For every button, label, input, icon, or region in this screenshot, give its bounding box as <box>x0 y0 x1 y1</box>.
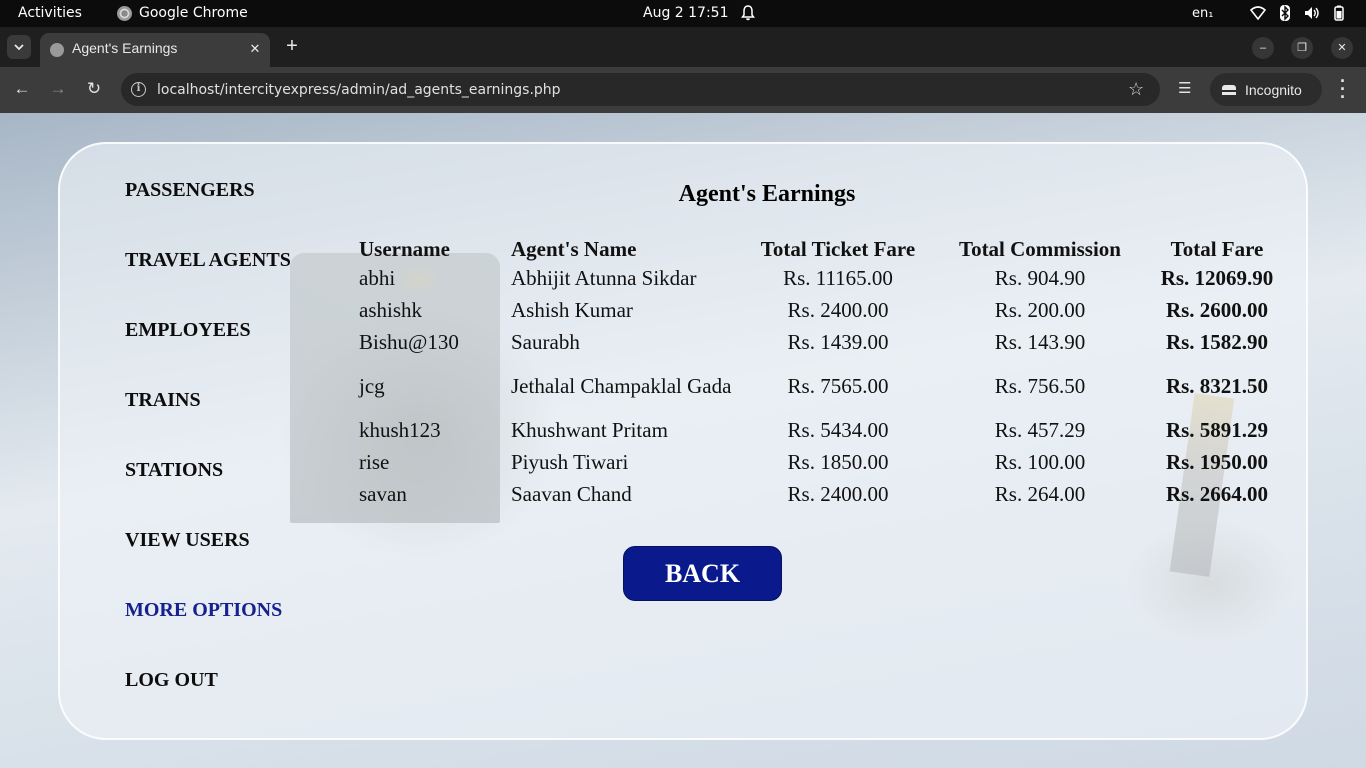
site-info-icon[interactable]: i <box>131 82 146 97</box>
wifi-icon <box>1250 6 1266 21</box>
cell-commission: Rs. 100.00 <box>994 449 1086 474</box>
nav-travel-agents[interactable]: TRAVEL AGENTS <box>125 249 291 272</box>
nav-log-out[interactable]: LOG OUT <box>125 669 218 692</box>
cell-commission: Rs. 756.50 <box>994 373 1086 398</box>
cell-username: abhi <box>359 265 396 290</box>
table-row: Bishu@130 Saurabh Rs. 1439.00 Rs. 143.90… <box>355 326 1292 358</box>
close-window-button[interactable]: ✕ <box>1331 37 1353 59</box>
cell-username: ashishk <box>359 297 422 322</box>
incognito-label: Incognito <box>1245 81 1302 98</box>
cell-ticket-fare: Rs. 7565.00 <box>787 373 889 398</box>
cell-total-fare: Rs. 8321.50 <box>1165 373 1269 398</box>
media-controls-icon[interactable]: ☰ <box>1178 79 1191 97</box>
back-arrow-icon[interactable]: ← <box>12 79 32 99</box>
app-name: Google Chrome <box>139 5 248 21</box>
chrome-menu-icon[interactable]: · · · <box>1338 72 1348 106</box>
cell-agent-name: Saurabh <box>511 329 580 354</box>
new-tab-button[interactable]: + <box>282 35 302 57</box>
page-viewport: PASSENGERS TRAVEL AGENTS EMPLOYEES TRAIN… <box>0 113 1366 768</box>
back-button[interactable]: BACK <box>623 546 782 601</box>
tab-search-button[interactable] <box>7 35 31 59</box>
table-row: abhi Abhijit Atunna Sikdar Rs. 11165.00 … <box>355 262 1292 294</box>
cell-agent-name: Ashish Kumar <box>511 297 633 322</box>
cell-username: savan <box>359 481 407 506</box>
table-row: rise Piyush Tiwari Rs. 1850.00 Rs. 100.0… <box>355 446 1292 478</box>
chrome-icon <box>117 5 132 21</box>
column-header: Agent's Name <box>511 237 637 261</box>
cell-ticket-fare: Rs. 1850.00 <box>787 449 889 474</box>
incognito-indicator[interactable]: Incognito <box>1210 73 1322 106</box>
cell-agent-name: Saavan Chand <box>511 481 632 506</box>
cell-username: jcg <box>359 373 385 398</box>
nav-view-users[interactable]: VIEW USERS <box>125 529 250 552</box>
address-bar[interactable]: i ☆ <box>121 73 1160 106</box>
cell-total-fare: Rs. 2600.00 <box>1165 297 1269 322</box>
url-input[interactable] <box>157 79 1057 101</box>
chevron-down-icon <box>14 43 24 50</box>
table-row: khush123 Khushwant Pritam Rs. 5434.00 Rs… <box>355 414 1292 446</box>
system-tray[interactable] <box>1250 5 1347 21</box>
nav-more-options[interactable]: MORE OPTIONS <box>125 599 282 622</box>
restore-button[interactable]: ❐ <box>1291 37 1313 59</box>
cell-total-fare: Rs. 1582.90 <box>1165 329 1269 354</box>
column-header: Total Commission <box>958 237 1121 261</box>
cell-agent-name: Piyush Tiwari <box>511 449 629 474</box>
globe-icon <box>50 43 64 57</box>
cell-commission: Rs. 904.90 <box>994 265 1086 290</box>
tab-strip: Agent's Earnings ✕ + – ❐ ✕ <box>0 27 1366 67</box>
cell-total-fare: Rs. 2664.00 <box>1165 481 1269 506</box>
cell-ticket-fare: Rs. 11165.00 <box>783 265 893 290</box>
cell-commission: Rs. 143.90 <box>994 329 1086 354</box>
notification-bell-icon <box>741 5 755 21</box>
tab-title: Agent's Earnings <box>72 40 178 56</box>
nav-trains[interactable]: TRAINS <box>125 389 201 412</box>
nav-employees[interactable]: EMPLOYEES <box>125 319 251 342</box>
column-header: Total Ticket Fare <box>760 237 916 261</box>
table-row: ashishk Ashish Kumar Rs. 2400.00 Rs. 200… <box>355 294 1292 326</box>
clock[interactable]: Aug 2 17:51 <box>643 5 729 21</box>
app-menu[interactable]: Google Chrome <box>117 5 248 21</box>
column-header: Total Fare <box>1170 237 1264 261</box>
volume-icon <box>1305 7 1319 19</box>
input-language-indicator[interactable]: en₁ <box>1192 6 1213 21</box>
cell-ticket-fare: Rs. 5434.00 <box>787 417 889 442</box>
table-row: jcg Jethalal Champaklal Gada Rs. 7565.00… <box>355 358 1292 414</box>
page-title: Agent's Earnings <box>678 181 856 207</box>
cell-commission: Rs. 457.29 <box>994 417 1086 442</box>
cell-ticket-fare: Rs. 2400.00 <box>787 297 889 322</box>
earnings-table: Username Agent's Name Total Ticket Fare … <box>355 232 1292 510</box>
system-top-bar: Activities Google Chrome Aug 2 17:51 en₁ <box>0 0 1366 27</box>
forward-arrow-icon[interactable]: → <box>48 79 68 99</box>
cell-agent-name: Khushwant Pritam <box>511 417 668 442</box>
table-header-row: Username Agent's Name Total Ticket Fare … <box>355 232 1292 262</box>
table-row: savan Saavan Chand Rs. 2400.00 Rs. 264.0… <box>355 478 1292 510</box>
cell-agent-name: Abhijit Atunna Sikdar <box>511 265 697 290</box>
battery-icon <box>1334 5 1344 21</box>
minimize-button[interactable]: – <box>1252 37 1274 59</box>
column-header: Username <box>359 237 450 261</box>
cell-ticket-fare: Rs. 2400.00 <box>787 481 889 506</box>
activities-button[interactable]: Activities <box>18 5 82 21</box>
cell-commission: Rs. 200.00 <box>994 297 1086 322</box>
cell-total-fare: Rs. 12069.90 <box>1160 265 1274 290</box>
incognito-icon <box>1222 84 1236 95</box>
browser-tab[interactable]: Agent's Earnings ✕ <box>40 33 270 67</box>
cell-username: rise <box>359 449 390 474</box>
cell-username: Bishu@130 <box>359 329 459 354</box>
cell-agent-name: Jethalal Champaklal Gada <box>511 373 732 398</box>
nav-stations[interactable]: STATIONS <box>125 459 223 482</box>
cell-ticket-fare: Rs. 1439.00 <box>787 329 889 354</box>
nav-passengers[interactable]: PASSENGERS <box>125 179 255 202</box>
tab-close-icon[interactable]: ✕ <box>246 40 264 58</box>
cell-commission: Rs. 264.00 <box>994 481 1086 506</box>
reload-icon[interactable]: ↻ <box>84 79 104 99</box>
cell-total-fare: Rs. 5891.29 <box>1165 417 1269 442</box>
bookmark-star-icon[interactable]: ☆ <box>1128 79 1144 100</box>
browser-toolbar: ← → ↻ i ☆ ☰ Incognito ··· <box>0 67 1366 113</box>
cell-total-fare: Rs. 1950.00 <box>1165 449 1269 474</box>
cell-username: khush123 <box>359 417 441 442</box>
bluetooth-icon <box>1280 5 1290 21</box>
